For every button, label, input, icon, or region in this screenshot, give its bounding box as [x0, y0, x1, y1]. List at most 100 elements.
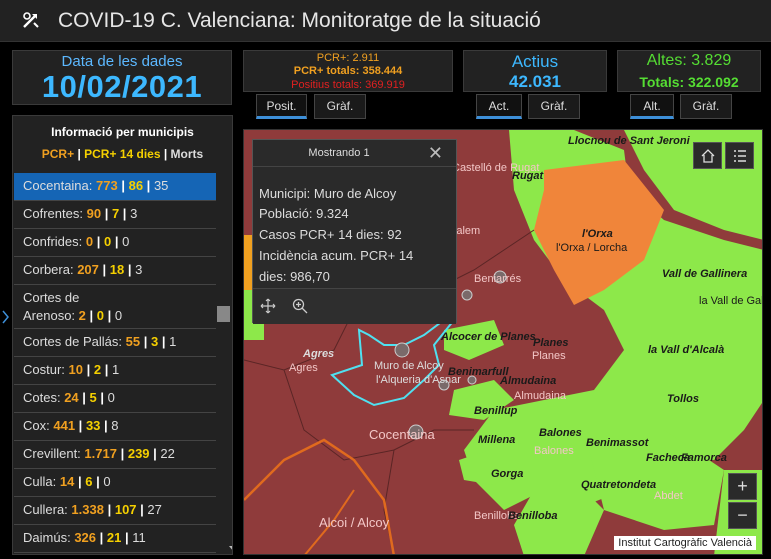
popup-incidencia-value: dies: 986,70 — [259, 269, 330, 284]
pcr-panel: PCR+: 2.911 PCR+ totals: 358.444 Positiu… — [243, 50, 453, 92]
municipality-list-panel: Informació per municipis PCR+ | PCR+ 14 … — [12, 115, 233, 555]
pcr-value: 441 — [53, 418, 76, 433]
value-separator: | — [101, 362, 112, 377]
value-separator: | — [93, 234, 104, 249]
morts-value: 0 — [114, 308, 123, 323]
list-item[interactable]: Corbera: 207 | 18 | 3 — [14, 257, 216, 285]
home-icon[interactable] — [693, 142, 722, 169]
value-separator: | — [101, 206, 112, 221]
map-label: la Vall d'Alcalà — [648, 344, 725, 356]
popup-title: Mostrando 1 — [308, 147, 370, 159]
list-item[interactable]: Cullera: 1.338 | 107 | 27 — [14, 497, 216, 525]
list-item[interactable]: Cofrentes: 90 | 7 | 3 — [14, 201, 216, 229]
map-label: l'Orxa — [582, 228, 613, 240]
value-separator: | — [117, 178, 129, 193]
map-region-orange — [244, 235, 252, 290]
popup-incidencia: Incidència acum. PCR+ 14 — [259, 248, 414, 263]
close-icon[interactable]: ✕ — [428, 143, 443, 164]
pcr-value: 55 — [125, 334, 141, 349]
move-icon[interactable] — [260, 298, 276, 314]
map-view[interactable]: Castelló de Rugat Salem Beniarrés Agres … — [243, 129, 763, 555]
value-separator: | — [158, 334, 170, 349]
positius-totals: Positius totals: 369.919 — [291, 79, 405, 91]
feature-popup[interactable]: Mostrando 1 ✕ Municipi: Muro de Alcoy Po… — [252, 139, 457, 324]
morts-value: 27 — [147, 502, 162, 517]
map-label: Benillup — [474, 405, 518, 417]
tab-altes-graf[interactable]: Gràf. — [680, 94, 732, 119]
map-label: Agres — [289, 362, 318, 374]
list-item[interactable]: Crevillent: 1.717 | 239 | 22 — [14, 441, 216, 469]
legend-sep: | — [160, 147, 171, 161]
list-header: Informació per municipis — [51, 125, 194, 139]
map-label: Balones — [534, 445, 574, 457]
municipality-name: Culla: — [23, 474, 57, 489]
value-separator: | — [149, 446, 161, 461]
morts-value: 22 — [160, 446, 175, 461]
municipality-name: Confrides: — [23, 234, 83, 249]
map-label: Alcocer de Planes — [441, 331, 536, 343]
map-label: Agres — [303, 348, 335, 360]
pcr14-value: 21 — [106, 530, 122, 545]
scrollbar-thumb[interactable] — [217, 306, 230, 322]
morts-value: 1 — [111, 362, 120, 377]
legend-morts: Morts — [170, 147, 204, 161]
list-item[interactable]: Cox: 441 | 33 | 8 — [14, 413, 216, 441]
map-label: Muro de Alcoy — [374, 360, 444, 372]
date-value: 10/02/2021 — [41, 69, 203, 104]
municipality-name: Crevillent: — [23, 446, 81, 461]
pcr14-value: 0 — [96, 308, 105, 323]
town-marker-icon[interactable] — [461, 289, 473, 301]
municipality-name: Cofrentes: — [23, 206, 83, 221]
map-label: Alcoi / Alcoy — [319, 515, 390, 530]
scroll-down-arrow-icon[interactable] — [229, 546, 232, 552]
town-marker-icon[interactable] — [394, 342, 410, 358]
list-item[interactable]: Daimús: 326 | 21 | 11 — [14, 525, 216, 553]
value-separator: | — [140, 334, 151, 349]
pcr-value: 207 — [77, 262, 99, 277]
virus-logo-icon — [23, 12, 39, 28]
legend-pcr: PCR+ — [41, 147, 75, 161]
pcr-value: 773 — [96, 178, 118, 193]
list-item[interactable]: Cotes: 24 | 5 | 0 — [14, 385, 216, 413]
title-bar: COVID-19 C. Valenciana: Monitoratge de l… — [0, 0, 771, 42]
pcr14-value: 33 — [85, 418, 101, 433]
list-item[interactable]: Cortes de Pallás: 55 | 3 | 1 — [14, 329, 216, 357]
map-label: Benimarfull — [448, 366, 509, 378]
morts-value: 3 — [130, 206, 138, 221]
pcr14-value: 5 — [89, 390, 97, 405]
date-label: Data de les dades — [61, 53, 183, 70]
layer-list-icon[interactable] — [725, 142, 754, 169]
panel-expand-icon[interactable] — [0, 305, 12, 329]
pcr-value: 10 — [68, 362, 83, 377]
pcr14-value: 107 — [114, 502, 137, 517]
tab-pcr-posit[interactable]: Posit. — [256, 94, 307, 119]
list-item[interactable]: Cocentaina: 773 | 86 | 35 — [14, 173, 216, 201]
morts-value: 0 — [107, 390, 115, 405]
tab-pcr-graf[interactable]: Gràf. — [314, 94, 366, 119]
zoom-to-icon[interactable] — [292, 298, 308, 314]
tab-altes-alt[interactable]: Alt. — [630, 94, 674, 119]
zoom-in-button[interactable]: + — [728, 473, 757, 500]
list-item[interactable]: Confrides: 0 | 0 | 0 — [14, 229, 216, 257]
municipality-name: Corbera: — [23, 262, 74, 277]
map-label: la Vall de Gallinera — [699, 295, 762, 307]
municipality-name: Daimús: — [23, 530, 71, 545]
value-separator: | — [83, 362, 94, 377]
zoom-out-button[interactable]: − — [728, 502, 757, 529]
municipality-name: Cocentaina: — [23, 178, 93, 193]
pcr14-value: 239 — [127, 446, 150, 461]
map-label: Rugat — [512, 170, 544, 182]
list-item[interactable]: Culla: 14 | 6 | 0 — [14, 469, 216, 497]
tab-actius-act[interactable]: Act. — [476, 94, 522, 119]
altes-label: Altes: 3.829 — [646, 52, 732, 69]
map-label: Famorca — [681, 452, 727, 464]
value-separator: | — [143, 178, 154, 193]
value-separator: | — [104, 308, 115, 323]
list-item[interactable]: Cortes de Arenoso: 2 | 0 | 0 — [14, 285, 216, 329]
map-label: Gorga — [491, 468, 524, 480]
tab-actius-graf[interactable]: Gràf. — [528, 94, 580, 119]
map-label: Tollos — [667, 393, 699, 405]
value-separator: | — [124, 262, 136, 277]
list-item[interactable]: Costur: 10 | 2 | 1 — [14, 357, 216, 385]
legend-pcr14: PCR+ 14 dies — [84, 147, 161, 161]
